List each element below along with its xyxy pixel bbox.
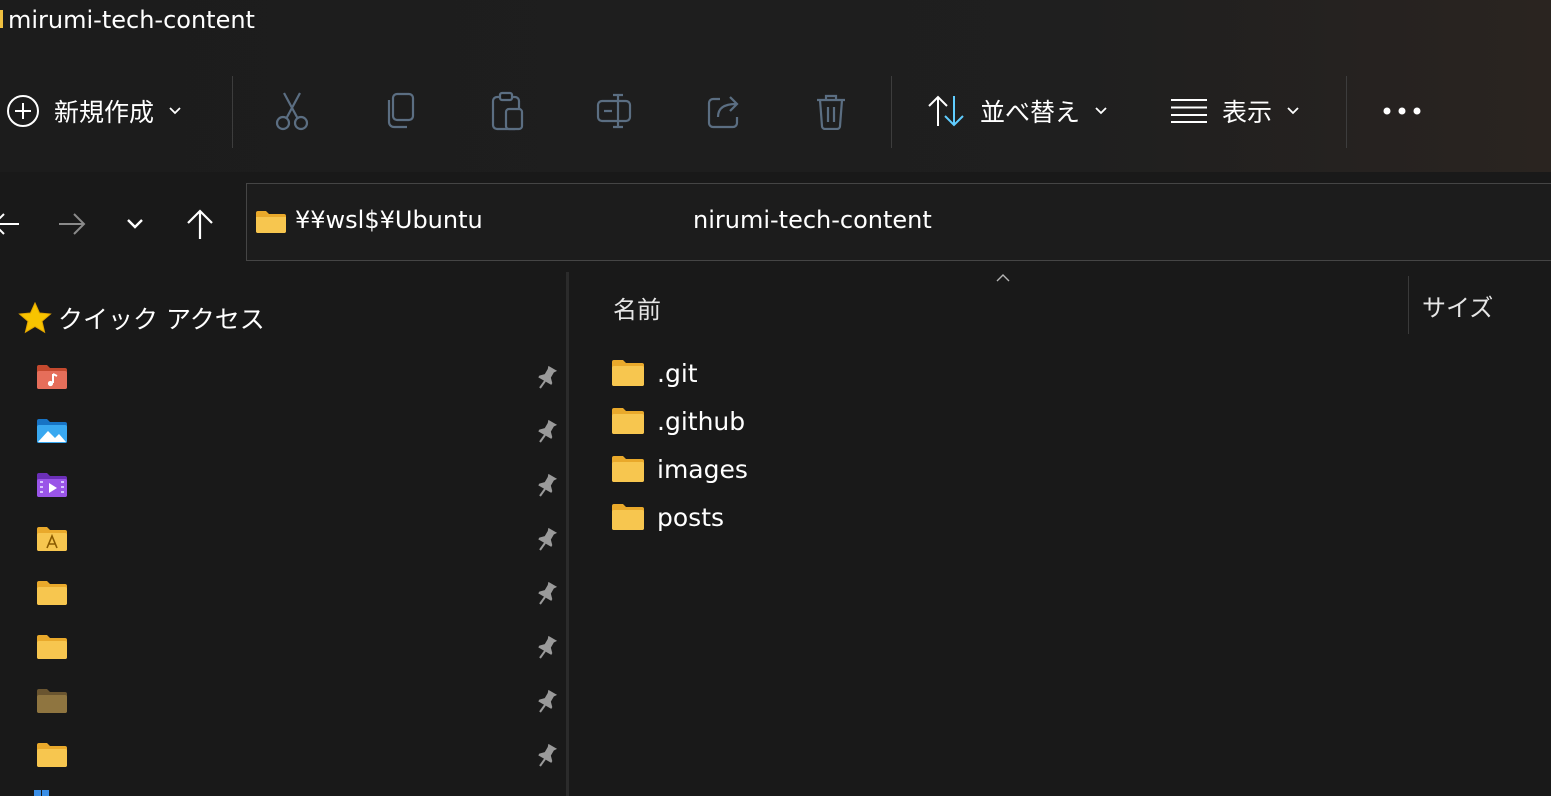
more-icon [1383, 107, 1421, 115]
sort-button[interactable]: 並べ替え [926, 56, 1108, 166]
pin-icon[interactable] [534, 634, 558, 660]
quick-access[interactable]: クイック アクセス [18, 300, 265, 336]
share-icon [707, 96, 739, 129]
pin-icon[interactable] [534, 526, 558, 552]
sidebar-item-fonts[interactable] [0, 512, 566, 566]
sidebar-item-folder[interactable] [0, 620, 566, 674]
copy-button[interactable] [384, 56, 416, 166]
sort-indicator-icon [996, 274, 1010, 282]
more-button[interactable] [1382, 56, 1422, 166]
command-bar: 新規作成 並べ替え 表示 [0, 56, 1551, 173]
address-path: ¥¥wsl$¥Ubuntu [295, 206, 483, 234]
chevron-down-icon [127, 219, 143, 229]
folder-icon [612, 504, 644, 530]
file-name: .github [657, 406, 746, 436]
folder-icon [612, 360, 644, 386]
toolbar-separator [1346, 76, 1347, 148]
toolbar-separator [891, 76, 892, 148]
window-title: mirumi-tech-content [8, 6, 255, 34]
arrow-right-icon [59, 213, 86, 235]
folder-icon [37, 743, 67, 767]
file-name: .git [657, 358, 698, 388]
cut-icon [275, 92, 309, 131]
file-row[interactable]: posts [611, 494, 1511, 540]
pin-icon[interactable] [534, 472, 558, 498]
folder-icon [256, 211, 286, 233]
forward-button[interactable] [52, 202, 92, 246]
chevron-down-icon [1095, 107, 1107, 115]
chevron-down-icon [1287, 107, 1299, 115]
pin-icon[interactable] [534, 742, 558, 768]
new-button[interactable]: 新規作成 [6, 56, 182, 166]
address-bar[interactable]: ¥¥wsl$¥Ubuntu nirumi-tech-content [246, 183, 1551, 261]
cut-button[interactable] [274, 56, 310, 166]
file-name: images [657, 454, 748, 484]
navigation-pane: クイック アクセス [0, 272, 568, 796]
sidebar-item-partial[interactable] [0, 782, 566, 796]
folder-icon [612, 456, 644, 482]
file-row[interactable]: images [611, 446, 1511, 492]
file-row[interactable]: .github [611, 398, 1511, 444]
column-divider[interactable] [1408, 276, 1409, 334]
videos-folder-icon [37, 473, 67, 497]
pin-icon[interactable] [534, 688, 558, 714]
music-folder-icon [37, 365, 67, 389]
column-header-size[interactable]: サイズ [1422, 288, 1493, 323]
navigation-bar: ¥¥wsl$¥Ubuntu nirumi-tech-content [0, 172, 1551, 272]
sidebar-item-pictures[interactable] [0, 404, 566, 458]
sidebar-item-videos[interactable] [0, 458, 566, 512]
paste-icon [491, 91, 524, 131]
folder-icon [37, 581, 67, 605]
pin-icon[interactable] [534, 364, 558, 390]
title-bar: mirumi-tech-content [0, 0, 1551, 56]
star-icon [18, 302, 52, 334]
copy-icon [387, 92, 415, 129]
rename-button[interactable] [596, 56, 634, 166]
sidebar-item-folder[interactable] [0, 674, 566, 728]
rename-icon [596, 93, 632, 129]
title-folder-icon [0, 10, 3, 28]
plus-circle-icon [7, 95, 39, 127]
up-button[interactable] [180, 202, 220, 246]
font-folder-icon [37, 527, 67, 551]
view-list-icon [1171, 99, 1207, 123]
sidebar-item-folder[interactable] [0, 728, 566, 782]
pin-icon[interactable] [534, 418, 558, 444]
dark-folder-icon [37, 689, 67, 713]
pane-divider[interactable] [566, 272, 569, 796]
column-header-name[interactable]: 名前 [613, 290, 661, 325]
view-button[interactable]: 表示 [1170, 56, 1300, 166]
sort-button-label: 並べ替え [980, 98, 1081, 127]
sidebar-item-folder[interactable] [0, 566, 566, 620]
recent-locations-button[interactable] [115, 202, 155, 246]
pictures-folder-icon [37, 419, 67, 443]
file-name: posts [657, 502, 725, 532]
toolbar-separator [232, 76, 233, 148]
sort-arrows-icon [928, 95, 964, 127]
chevron-down-icon [169, 107, 181, 115]
delete-button[interactable] [814, 56, 848, 166]
folder-icon [37, 635, 67, 659]
new-button-label: 新規作成 [54, 98, 155, 127]
file-list: 名前 サイズ .git .github images posts [571, 272, 1551, 796]
folder-icon [612, 408, 644, 434]
delete-icon [817, 94, 845, 130]
share-button[interactable] [706, 56, 744, 166]
paste-button[interactable] [490, 56, 526, 166]
arrow-left-icon [0, 213, 19, 235]
sidebar-item-music[interactable] [0, 350, 566, 404]
quick-access-label: クイック アクセス [58, 305, 265, 334]
pin-icon[interactable] [534, 580, 558, 606]
arrow-up-icon [187, 209, 213, 239]
view-button-label: 表示 [1222, 98, 1273, 127]
address-current-folder: nirumi-tech-content [693, 206, 932, 234]
back-button[interactable] [0, 202, 26, 246]
file-row[interactable]: .git [611, 350, 1511, 396]
windows-icon [34, 790, 49, 796]
